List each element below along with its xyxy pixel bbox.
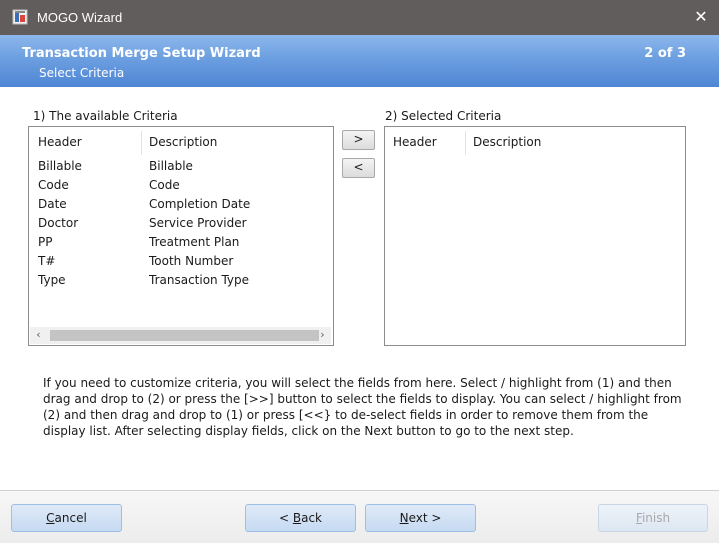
column-header-description[interactable]: Description <box>149 135 217 149</box>
step-indicator: 2 of 3 <box>644 46 686 61</box>
wizard-content: 1) The available Criteria Header Descrip… <box>0 87 719 491</box>
cancel-button[interactable]: Cancel <box>11 504 122 532</box>
list-item[interactable]: Code Code <box>29 178 333 197</box>
cell-description: Billable <box>149 159 193 173</box>
accelerator-key: N <box>399 511 409 525</box>
selected-criteria-label: 2) Selected Criteria <box>385 109 502 123</box>
column-header-description[interactable]: Description <box>473 135 541 149</box>
list-item[interactable]: Type Transaction Type <box>29 273 333 292</box>
accelerator-key: C <box>46 511 55 525</box>
button-label: ext > <box>408 511 442 525</box>
scrollbar-thumb[interactable] <box>50 330 319 341</box>
cell-header: Doctor <box>38 216 79 230</box>
list-item[interactable]: PP Treatment Plan <box>29 235 333 254</box>
cell-description: Code <box>149 178 180 192</box>
add-criteria-button[interactable]: > <box>342 130 375 150</box>
button-label: ancel <box>54 511 87 525</box>
horizontal-scrollbar[interactable]: ‹ › <box>30 327 331 344</box>
button-label: ack <box>301 511 322 525</box>
wizard-title: Transaction Merge Setup Wizard <box>22 46 261 61</box>
wizard-header: Transaction Merge Setup Wizard Select Cr… <box>0 35 719 87</box>
wizard-subtitle: Select Criteria <box>39 66 125 80</box>
scroll-right-icon[interactable]: › <box>314 327 331 344</box>
cell-header: Type <box>38 273 66 287</box>
column-header-header[interactable]: Header <box>38 135 82 149</box>
column-header-header[interactable]: Header <box>393 135 437 149</box>
column-separator[interactable] <box>465 131 466 155</box>
cell-header: PP <box>38 235 53 249</box>
button-label: inish <box>641 511 671 525</box>
cell-header: Code <box>38 178 69 192</box>
close-icon[interactable]: ✕ <box>683 0 719 35</box>
cell-header: Date <box>38 197 67 211</box>
list-item[interactable]: Doctor Service Provider <box>29 216 333 235</box>
next-button[interactable]: Next > <box>365 504 476 532</box>
cell-description: Transaction Type <box>149 273 250 287</box>
column-separator[interactable] <box>141 131 142 155</box>
finish-button[interactable]: Finish <box>598 504 708 532</box>
button-bar: Cancel < Back Next > Finish <box>0 491 719 543</box>
list-item[interactable]: Billable Billable <box>29 159 333 178</box>
back-button[interactable]: < Back <box>245 504 356 532</box>
list-item[interactable]: T# Tooth Number <box>29 254 333 273</box>
available-criteria-list[interactable]: Header Description Billable Billable Cod… <box>28 126 334 346</box>
remove-criteria-button[interactable]: < <box>342 158 375 178</box>
window-title: MOGO Wizard <box>37 10 123 25</box>
cell-header: Billable <box>38 159 82 173</box>
scroll-left-icon[interactable]: ‹ <box>30 327 47 344</box>
cell-description: Treatment Plan <box>149 235 240 249</box>
list-item[interactable]: Date Completion Date <box>29 197 333 216</box>
title-bar: MOGO Wizard ✕ <box>0 0 719 35</box>
cell-description: Completion Date <box>149 197 251 211</box>
accelerator-key: B <box>292 511 302 525</box>
app-icon <box>12 9 28 25</box>
help-text: If you need to customize criteria, you w… <box>43 376 682 438</box>
cell-description: Service Provider <box>149 216 247 230</box>
selected-criteria-list[interactable]: Header Description <box>384 126 686 346</box>
available-criteria-label: 1) The available Criteria <box>33 109 178 123</box>
cell-header: T# <box>38 254 56 268</box>
cell-description: Tooth Number <box>149 254 234 268</box>
back-arrow: < <box>278 511 293 525</box>
